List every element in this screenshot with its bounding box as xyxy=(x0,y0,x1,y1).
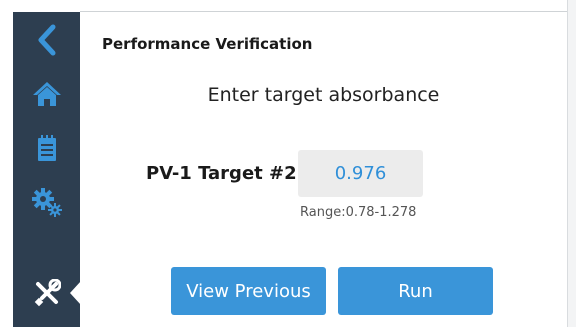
app-window: Performance Verification Enter target ab… xyxy=(0,0,576,327)
sidebar xyxy=(13,12,81,327)
right-edge-bar xyxy=(567,0,576,327)
active-indicator xyxy=(70,281,81,305)
target-value-input[interactable]: 0.976 xyxy=(298,150,423,197)
target-field-label: PV-1 Target #2: xyxy=(146,163,304,184)
back-button[interactable] xyxy=(13,14,80,66)
tools-icon xyxy=(34,279,61,307)
gears-icon xyxy=(31,188,62,217)
notepad-icon xyxy=(37,135,56,161)
home-icon xyxy=(32,82,61,106)
range-text: Range:0.78-1.278 xyxy=(300,205,417,220)
view-previous-button[interactable]: View Previous xyxy=(171,267,326,315)
run-button[interactable]: Run xyxy=(338,267,493,315)
sidebar-item-home[interactable] xyxy=(13,68,80,120)
sidebar-item-tools[interactable] xyxy=(13,267,81,319)
page-title: Performance Verification xyxy=(102,35,313,53)
top-divider xyxy=(80,11,567,12)
sidebar-item-notepad[interactable] xyxy=(13,122,80,174)
instruction-text: Enter target absorbance xyxy=(207,84,440,106)
sidebar-item-settings[interactable] xyxy=(13,176,80,228)
back-chevron-icon xyxy=(38,24,55,56)
